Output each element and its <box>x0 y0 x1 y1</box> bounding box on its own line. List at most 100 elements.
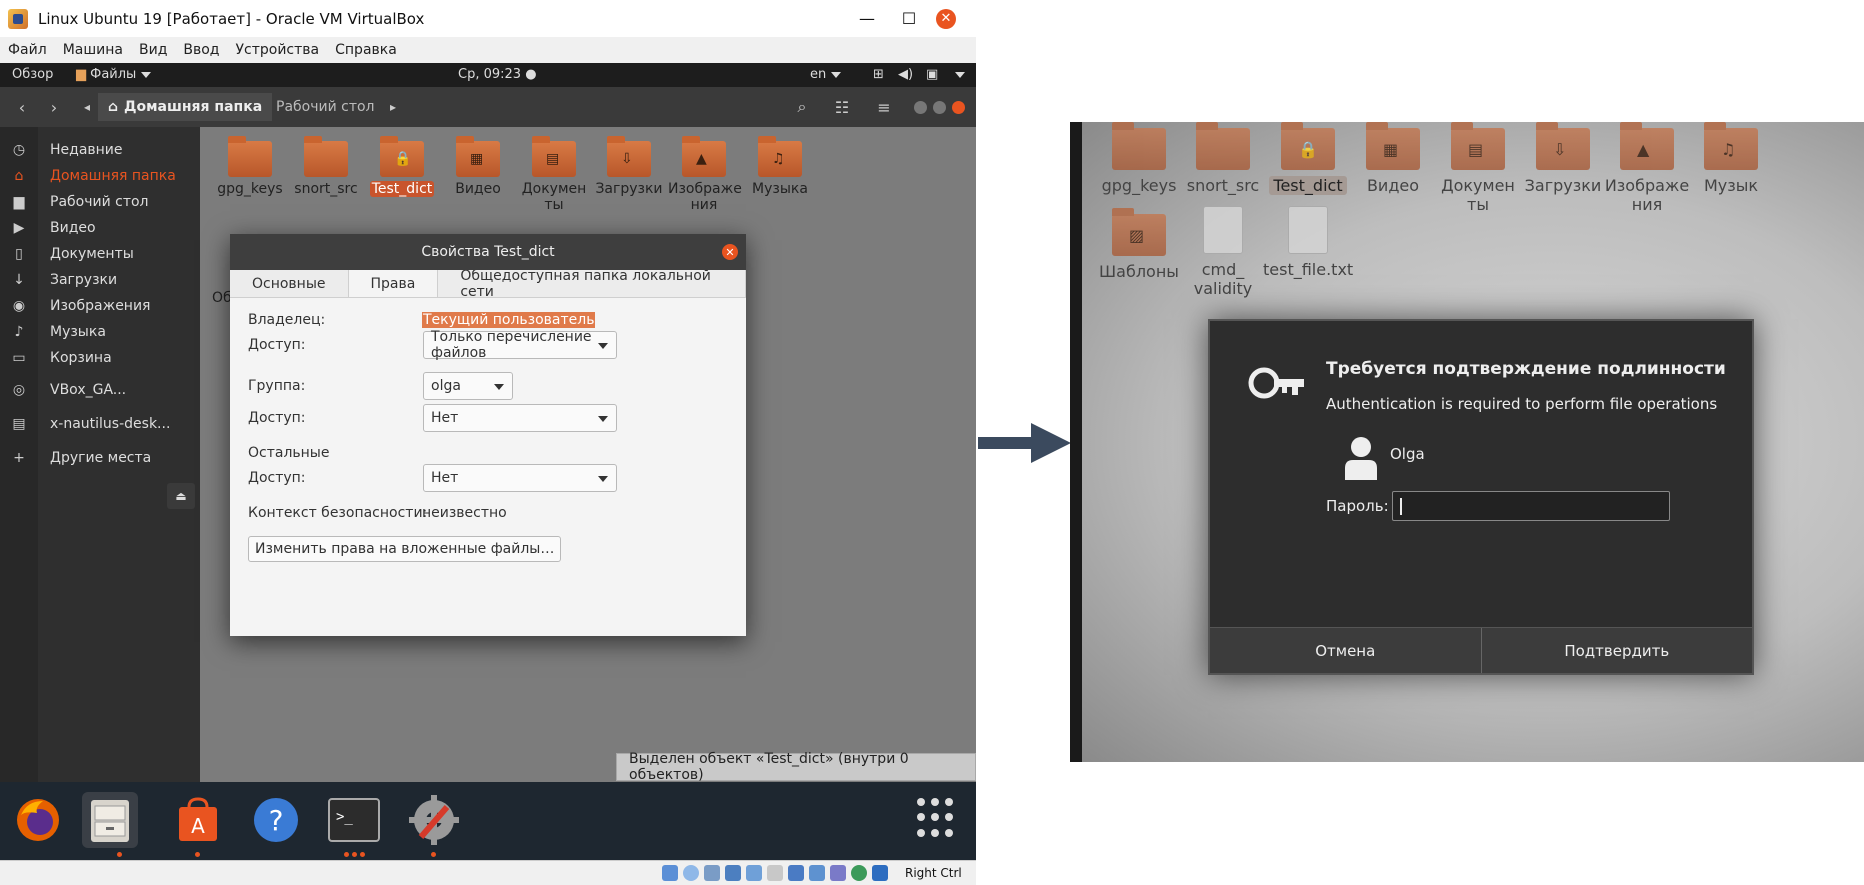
folder-item[interactable]: cmd_ validity <box>1178 206 1268 298</box>
clipboard-icon[interactable]: ▣ <box>926 67 938 82</box>
search-icon[interactable]: ⌕ <box>788 93 816 121</box>
menu-help[interactable]: Справка <box>327 42 405 58</box>
folder-item[interactable]: gpg_keys <box>214 136 286 197</box>
window-close-icon[interactable] <box>952 101 965 114</box>
sidebar-item[interactable]: ▤ x-nautilus-desk... <box>0 409 200 439</box>
folder-icon: ▲ <box>1620 122 1674 170</box>
menu-devices[interactable]: Устройства <box>228 42 328 58</box>
video-capture-icon[interactable] <box>809 865 825 881</box>
menu-view[interactable]: Вид <box>131 42 175 58</box>
group-access-dropdown[interactable]: Нет <box>423 404 617 432</box>
ubuntu-dock: A ? >_ <box>0 782 976 860</box>
home-icon: ⌂ <box>108 99 119 115</box>
activities-button[interactable]: Обзор <box>12 67 53 82</box>
window-title: Linux Ubuntu 19 [Работает] - Oracle VM V… <box>38 9 425 28</box>
breadcrumb-desktop[interactable]: Рабочий стол <box>266 93 385 121</box>
folder-item[interactable]: ♫ Музык <box>1686 122 1776 195</box>
folder-item[interactable]: snort_src <box>1178 122 1268 195</box>
forward-icon[interactable]: › <box>40 93 68 121</box>
virtualization-icon[interactable] <box>830 865 846 881</box>
transition-arrow-shaft <box>978 437 1033 449</box>
terminal-icon[interactable]: >_ <box>326 792 382 848</box>
folder-item[interactable]: test_file.txt <box>1263 206 1353 279</box>
folder-label: Видео <box>1366 176 1420 195</box>
menu-file[interactable]: Файл <box>0 42 55 58</box>
tab-permissions[interactable]: Права <box>348 270 439 297</box>
hard-disk-icon[interactable] <box>662 865 678 881</box>
files-icon[interactable] <box>82 792 138 848</box>
folder-item[interactable]: ▦ Видео <box>442 136 514 197</box>
folder-item[interactable]: gpg_keys <box>1094 122 1184 195</box>
auth-message: Authentication is required to perform fi… <box>1326 395 1718 413</box>
group-dropdown[interactable]: olga <box>423 372 513 400</box>
sidebar-item-label: Музыка <box>50 324 106 340</box>
sidebar-item[interactable]: + Другие места <box>0 443 200 473</box>
volume-icon[interactable]: ◀) <box>898 67 913 82</box>
display-icon[interactable] <box>788 865 804 881</box>
shared-folders-icon[interactable] <box>767 865 783 881</box>
view-options-icon[interactable]: ☷ <box>828 93 856 121</box>
close-button[interactable]: ✕ <box>936 8 956 29</box>
folder-icon <box>1112 122 1166 170</box>
folder-item[interactable]: ▲ Изображе ния <box>1602 122 1692 214</box>
app-menu[interactable]: ▆ Файлы <box>76 67 152 82</box>
menu-input[interactable]: Ввод <box>175 42 227 58</box>
properties-dialog: Свойства Test_dict ✕ Основные Права Обще… <box>230 234 746 636</box>
mouse-integration-icon[interactable] <box>851 865 867 881</box>
chevron-down-icon <box>955 71 965 78</box>
folder-item[interactable]: ♫ Музыка <box>744 136 816 197</box>
help-icon[interactable]: ? <box>248 792 304 848</box>
breadcrumb-home[interactable]: ⌂ Домашняя папка <box>98 93 273 121</box>
sidebar-item[interactable]: ▭ Корзина <box>0 343 200 373</box>
show-applications-icon[interactable] <box>917 798 957 838</box>
owner-label: Владелец: <box>248 312 326 328</box>
language-indicator[interactable]: en <box>810 67 842 82</box>
password-field[interactable] <box>1392 491 1670 521</box>
window-minimize-icon[interactable] <box>914 101 927 114</box>
clock[interactable]: Ср, 09:23 ● <box>458 67 537 82</box>
folder-item[interactable]: ▤ Докумен ты <box>1433 122 1523 214</box>
auth-username: Olga <box>1390 445 1425 463</box>
network-icon[interactable]: ⊞ <box>873 67 884 82</box>
audio-icon[interactable] <box>704 865 720 881</box>
close-icon[interactable]: ✕ <box>722 244 738 260</box>
folder-item[interactable]: ▤ Докумен ты <box>518 136 590 213</box>
optical-drive-icon[interactable] <box>683 865 699 881</box>
owner-access-dropdown[interactable]: Только перечисление файлов <box>423 329 617 361</box>
usb-icon[interactable] <box>746 865 762 881</box>
system-menu-icon[interactable] <box>950 67 965 82</box>
settings-icon[interactable] <box>406 792 462 848</box>
window-maximize-icon[interactable] <box>933 101 946 114</box>
cancel-button[interactable]: Отмена <box>1210 628 1481 673</box>
folder-item[interactable]: ⇩ Загрузки <box>1518 122 1608 195</box>
change-enclosed-permissions-button[interactable]: Изменить права на вложенные файлы… <box>248 536 562 562</box>
firefox-icon[interactable] <box>10 792 66 848</box>
network-adapter-icon[interactable] <box>725 865 741 881</box>
folder-emblem: 🔒 <box>394 151 412 167</box>
folder-item[interactable]: ▲ Изображе ния <box>668 136 742 213</box>
tab-basic[interactable]: Основные <box>230 270 349 297</box>
maximize-button[interactable]: ☐ <box>888 0 930 37</box>
folder-item[interactable]: ▨ Шаблоны <box>1094 208 1184 281</box>
path-right-icon[interactable]: ▸ <box>384 93 402 121</box>
back-icon[interactable]: ‹ <box>8 93 36 121</box>
plus-icon: + <box>13 450 25 466</box>
sidebar-item[interactable]: ◎ VBox_GA... <box>0 375 200 405</box>
menu-machine[interactable]: Машина <box>55 42 131 58</box>
eject-icon[interactable]: ⏏ <box>167 483 195 509</box>
chevron-down-icon <box>598 476 608 482</box>
confirm-button[interactable]: Подтвердить <box>1480 628 1753 673</box>
others-label: Остальные <box>248 445 330 461</box>
path-left-icon[interactable]: ◂ <box>78 93 96 121</box>
tab-local-network-share[interactable]: Общедоступная папка локальной сети <box>438 268 746 300</box>
folder-item[interactable]: ▦ Видео <box>1348 122 1438 195</box>
hamburger-menu-icon[interactable]: ≡ <box>870 93 898 121</box>
others-access-dropdown[interactable]: Нет <box>423 464 617 492</box>
keyboard-capture-icon[interactable] <box>872 865 888 881</box>
software-icon[interactable]: A <box>170 792 226 848</box>
folder-item[interactable]: ⇩ Загрузки <box>593 136 665 197</box>
minimize-button[interactable]: — <box>846 0 888 37</box>
folder-item[interactable]: 🔒 Test_dict <box>366 136 438 197</box>
folder-item[interactable]: snort_src <box>290 136 362 197</box>
folder-item[interactable]: 🔒 Test_dict <box>1263 122 1353 195</box>
